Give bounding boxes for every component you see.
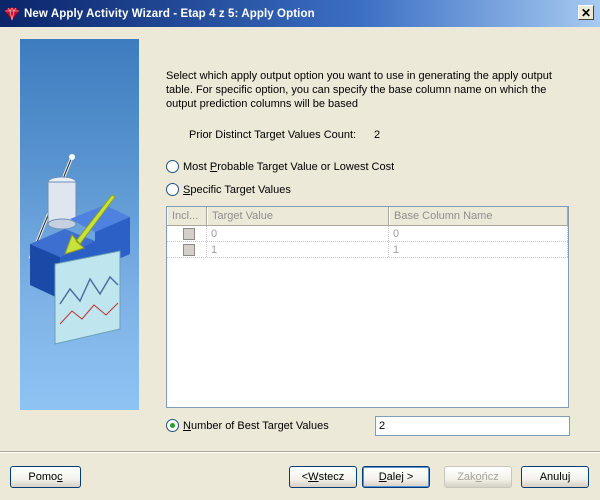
radio-circle[interactable]: [166, 183, 179, 196]
radio-specific-target[interactable]: Specific Target Values: [166, 183, 291, 196]
base-column-cell[interactable]: 0: [389, 226, 568, 241]
radio-circle[interactable]: [166, 160, 179, 173]
include-checkbox[interactable]: [182, 228, 195, 240]
close-button[interactable]: ✕: [578, 5, 594, 20]
target-values-table[interactable]: Incl... Target Value Base Column Name 0 …: [166, 206, 569, 408]
prior-count-value: 2: [374, 129, 381, 141]
title-bar: New Apply Activity Wizard - Etap 4 z 5: …: [0, 0, 600, 27]
cancel-button[interactable]: Anuluj: [521, 466, 589, 488]
app-icon: [4, 6, 20, 21]
column-header-base-column[interactable]: Base Column Name: [389, 207, 568, 225]
include-cell: [167, 226, 207, 241]
radio-label: Number of Best Target Values: [183, 419, 329, 432]
best-n-input[interactable]: [375, 416, 570, 436]
target-value-cell[interactable]: 1: [207, 242, 389, 257]
intro-text: Select which apply output option you wan…: [166, 70, 552, 110]
next-button[interactable]: Dalej >: [362, 466, 430, 488]
radio-best-n[interactable]: Number of Best Target Values: [166, 419, 329, 432]
radio-label: Most Probable Target Value or Lowest Cos…: [183, 160, 395, 173]
radio-circle[interactable]: [166, 419, 179, 432]
help-button[interactable]: Pomo c: [10, 466, 81, 488]
base-column-cell[interactable]: 1: [389, 242, 568, 257]
column-header-include[interactable]: Incl...: [167, 207, 207, 225]
wizard-side-illustration: [20, 39, 139, 410]
finish-button[interactable]: Zak o ńcz: [444, 466, 512, 488]
table-row[interactable]: 1 1: [167, 242, 568, 258]
include-cell: [167, 242, 207, 257]
close-icon: ✕: [580, 5, 592, 20]
column-header-target-value[interactable]: Target Value: [207, 207, 389, 225]
footer-separator: [0, 451, 600, 453]
include-checkbox[interactable]: [182, 244, 195, 256]
back-button[interactable]: < Wstecz: [289, 466, 357, 488]
table-header: Incl... Target Value Base Column Name: [167, 207, 568, 226]
radio-most-probable[interactable]: Most Probable Target Value or Lowest Cos…: [166, 160, 394, 173]
window-title: New Apply Activity Wizard - Etap 4 z 5: …: [24, 7, 315, 20]
radio-label: Specific Target Values: [183, 183, 291, 196]
target-value-cell[interactable]: 0: [207, 226, 389, 241]
prior-count-label: Prior Distinct Target Values Count:: [189, 129, 357, 141]
prior-count-row: Prior Distinct Target Values Count: 2: [189, 129, 380, 141]
table-row[interactable]: 0 0: [167, 226, 568, 242]
